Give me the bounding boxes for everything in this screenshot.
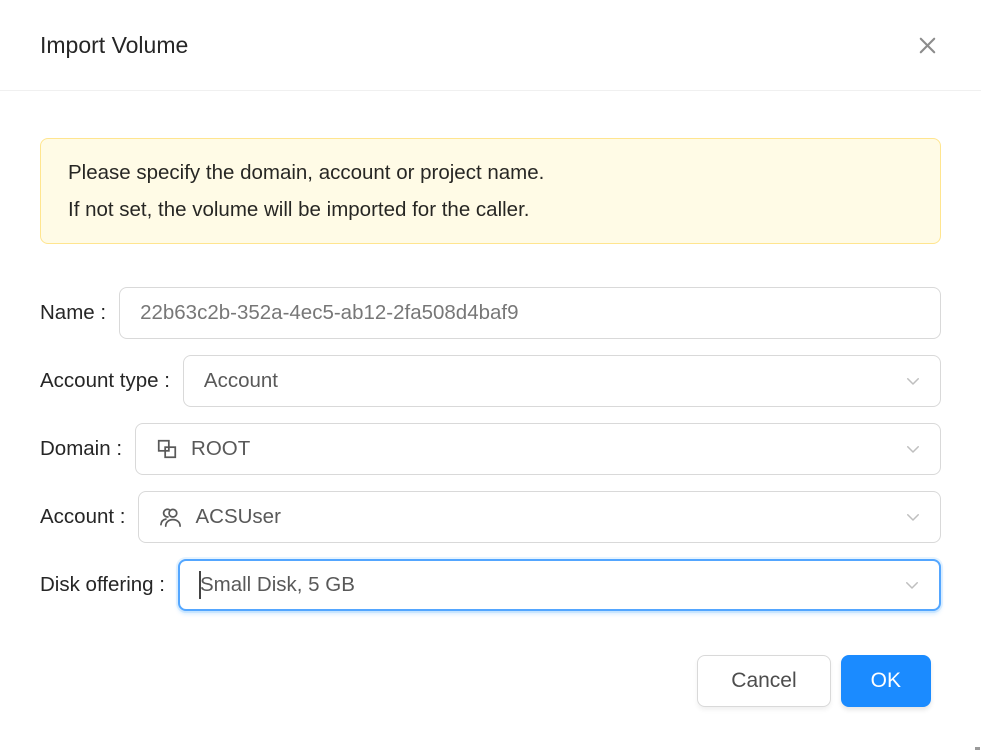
name-label: Name : [40, 287, 106, 339]
name-input[interactable] [119, 287, 941, 339]
domain-select[interactable]: ROOT [135, 423, 941, 475]
modal-header: Import Volume [0, 0, 981, 91]
domain-label: Domain : [40, 423, 122, 475]
account-label: Account : [40, 491, 125, 543]
block-icon [156, 438, 178, 460]
disk-offering-value: Small Disk, 5 GB [200, 573, 355, 597]
account-type-select[interactable]: Account [183, 355, 941, 407]
account-select[interactable]: ACSUser [138, 491, 941, 543]
close-icon [916, 34, 939, 57]
import-volume-modal: Import Volume Please specify the domain,… [0, 0, 981, 753]
ok-button[interactable]: OK [841, 655, 931, 707]
alert-line-1: Please specify the domain, account or pr… [68, 154, 913, 191]
chevron-down-icon [903, 576, 921, 594]
resize-grip-artifact [975, 747, 980, 750]
form-row-account: Account : ACSUser [40, 491, 941, 543]
account-type-label: Account type : [40, 355, 170, 407]
close-button[interactable] [912, 30, 943, 61]
modal-body: Please specify the domain, account or pr… [0, 91, 981, 655]
alert-line-2: If not set, the volume will be imported … [68, 191, 913, 228]
warning-alert: Please specify the domain, account or pr… [40, 138, 941, 244]
form-row-domain: Domain : ROOT [40, 423, 941, 475]
modal-title: Import Volume [40, 28, 188, 62]
cancel-button[interactable]: Cancel [697, 655, 830, 707]
domain-value: ROOT [191, 437, 250, 461]
chevron-down-icon [904, 372, 922, 390]
disk-offering-label: Disk offering : [40, 559, 165, 611]
form-row-disk-offering: Disk offering : Small Disk, 5 GB [40, 559, 941, 611]
modal-footer: Cancel OK [0, 655, 981, 753]
account-value: ACSUser [195, 505, 280, 529]
chevron-down-icon [904, 440, 922, 458]
disk-offering-select[interactable]: Small Disk, 5 GB [178, 559, 941, 611]
account-type-value: Account [204, 369, 278, 393]
form-row-account-type: Account type : Account [40, 355, 941, 407]
chevron-down-icon [904, 508, 922, 526]
form-row-name: Name : [40, 287, 941, 339]
team-icon [159, 506, 182, 529]
